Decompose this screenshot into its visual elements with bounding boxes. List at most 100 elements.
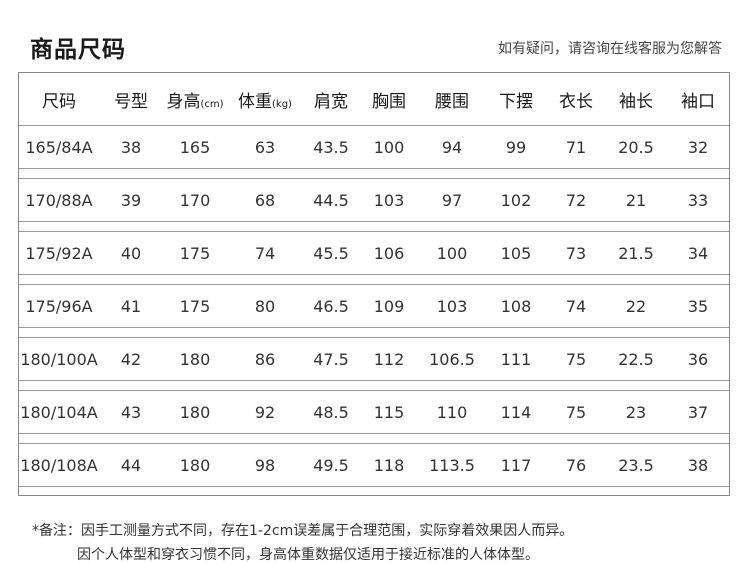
table-cell: 180/104A — [20, 402, 98, 422]
table-row: 175/92A 40 175 74 45.5 106 100 105 73 21.5 34 — [19, 231, 729, 275]
header-hem: 下摆 — [499, 91, 533, 112]
table-cell: 80 — [254, 296, 276, 316]
table-row: 180/100A 42 180 86 47.5 112 106.5 111 75 22.5 36 — [19, 337, 729, 381]
table-cell: 165 — [179, 137, 211, 157]
table-cell: 43.5 — [313, 137, 349, 157]
table-cell: 23 — [625, 402, 647, 422]
table-cell: 75 — [565, 402, 587, 422]
table-cell: 117 — [500, 455, 532, 475]
table-cell: 44.5 — [313, 190, 349, 210]
table-cell: 33 — [687, 190, 709, 210]
table-cell: 106.5 — [429, 349, 475, 369]
table-cell: 22 — [625, 296, 647, 316]
table-cell: 75 — [565, 349, 587, 369]
table-cell: 20.5 — [618, 137, 654, 157]
table-cell: 175 — [179, 296, 211, 316]
table-cell: 180/108A — [20, 455, 98, 475]
note-line-2: 因个人体型和穿衣习惯不同，身高体重数据仅适用于接近标准的人体体型。 — [77, 547, 539, 563]
table-cell: 97 — [441, 190, 463, 210]
header-waist: 腰围 — [435, 91, 469, 112]
table-cell: 47.5 — [313, 349, 349, 369]
table-cell: 175/96A — [25, 296, 93, 316]
table-cell: 74 — [254, 243, 276, 263]
table-cell: 49.5 — [313, 455, 349, 475]
table-cell: 105 — [500, 243, 532, 263]
table-cell: 106 — [373, 243, 405, 263]
table-cell: 109 — [373, 296, 405, 316]
table-cell: 39 — [120, 190, 142, 210]
header-length: 衣长 — [559, 91, 593, 112]
table-cell: 37 — [687, 402, 709, 422]
table-cell: 45.5 — [313, 243, 349, 263]
table-cell: 38 — [120, 137, 142, 157]
table-row: 165/84A 38 165 63 43.5 100 94 99 71 20.5 32 — [19, 125, 729, 169]
table-cell: 112 — [373, 349, 405, 369]
table-cell: 71 — [565, 137, 587, 157]
table-cell: 34 — [687, 243, 709, 263]
table-cell: 21.5 — [618, 243, 654, 263]
header-weight: 体重(kg) — [238, 91, 292, 112]
table-cell: 92 — [254, 402, 276, 422]
table-cell: 180 — [179, 402, 211, 422]
table-cell: 98 — [254, 455, 276, 475]
table-cell: 175 — [179, 243, 211, 263]
table-row: 180/108A 44 180 98 49.5 118 113.5 117 76 23.5 38 — [19, 443, 729, 487]
help-subtitle: 如有疑问，请咨询在线客服为您解答 — [498, 41, 722, 57]
table-row: 170/88A 39 170 68 44.5 103 97 102 72 21 33 — [19, 178, 729, 222]
table-cell: 32 — [687, 137, 709, 157]
table-cell: 42 — [120, 349, 142, 369]
table-cell: 180/100A — [20, 349, 98, 369]
table-cell: 170/88A — [25, 190, 93, 210]
table-cell: 115 — [373, 402, 405, 422]
size-table: 尺码 号型 身高(cm) 体重(kg) 肩宽 胸围 腰围 下摆 衣长 袖长 袖口… — [18, 72, 730, 496]
table-cell: 86 — [254, 349, 276, 369]
header-chest: 胸围 — [372, 91, 406, 112]
table-cell: 103 — [373, 190, 405, 210]
table-cell: 76 — [565, 455, 587, 475]
header-model: 号型 — [114, 91, 148, 112]
table-cell: 44 — [120, 455, 142, 475]
table-row: 180/104A 43 180 92 48.5 115 110 114 75 23 37 — [19, 390, 729, 434]
table-cell: 165/84A — [25, 137, 93, 157]
table-row: 175/96A 41 175 80 46.5 109 103 108 74 22 35 — [19, 284, 729, 328]
table-cell: 175/92A — [25, 243, 93, 263]
table-cell: 180 — [179, 349, 211, 369]
table-cell: 108 — [500, 296, 532, 316]
table-cell: 38 — [687, 455, 709, 475]
table-cell: 72 — [565, 190, 587, 210]
table-cell: 102 — [500, 190, 532, 210]
table-cell: 99 — [505, 137, 527, 157]
table-cell: 63 — [254, 137, 276, 157]
table-cell: 43 — [120, 402, 142, 422]
table-cell: 35 — [687, 296, 709, 316]
header-size: 尺码 — [42, 91, 76, 112]
table-cell: 40 — [120, 243, 142, 263]
table-cell: 113.5 — [429, 455, 475, 475]
table-cell: 180 — [179, 455, 211, 475]
header-sleeve-length: 袖长 — [619, 91, 653, 112]
table-cell: 73 — [565, 243, 587, 263]
table-cell: 100 — [373, 137, 405, 157]
table-cell: 36 — [687, 349, 709, 369]
table-cell: 21 — [625, 190, 647, 210]
table-cell: 110 — [436, 402, 468, 422]
table-cell: 41 — [120, 296, 142, 316]
header-height: 身高(cm) — [166, 91, 224, 112]
note-line-1: *备注：因手工测量方式不同，存在1-2cm误差属于合理范围，实际穿着效果因人而异… — [32, 523, 574, 539]
table-cell: 118 — [373, 455, 405, 475]
table-cell: 103 — [436, 296, 468, 316]
table-cell: 170 — [179, 190, 211, 210]
table-cell: 22.5 — [618, 349, 654, 369]
table-cell: 74 — [565, 296, 587, 316]
header-height-unit: (cm) — [200, 98, 224, 110]
table-cell: 111 — [500, 349, 532, 369]
header-shoulder: 肩宽 — [314, 91, 348, 112]
page-title: 商品尺码 — [30, 37, 126, 63]
table-header-row: 尺码 号型 身高(cm) 体重(kg) 肩宽 胸围 腰围 下摆 衣长 袖长 袖口 — [19, 73, 729, 125]
header-cuff: 袖口 — [681, 91, 715, 112]
table-cell: 23.5 — [618, 455, 654, 475]
table-cell: 46.5 — [313, 296, 349, 316]
table-cell: 100 — [436, 243, 468, 263]
header-weight-unit: (kg) — [272, 98, 292, 110]
table-cell: 114 — [500, 402, 532, 422]
